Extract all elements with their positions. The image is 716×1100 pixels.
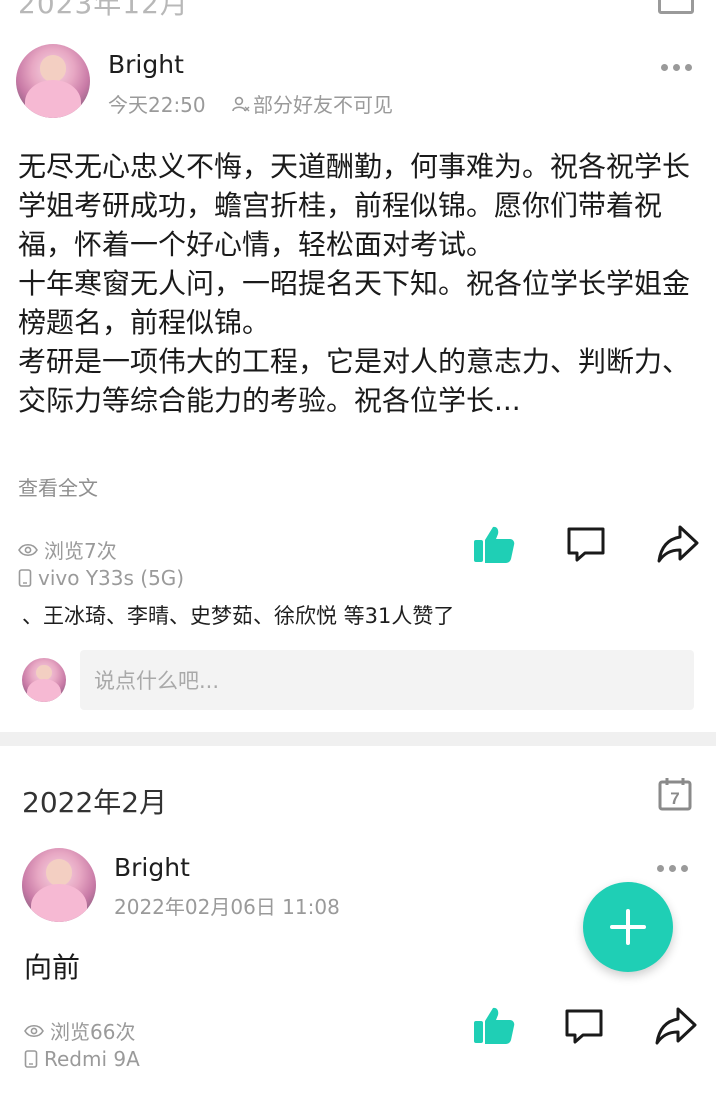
add-post-button[interactable]: [583, 882, 673, 972]
avatar[interactable]: [22, 848, 96, 922]
more-icon[interactable]: [657, 865, 688, 872]
post-time: 2022年02月06日 11:08: [114, 895, 340, 919]
moments-feed: 2023年12月 Bright 今天22:50 部分好友不可见 无尽无心忠义不悔…: [0, 0, 716, 1100]
phone-icon: [24, 1050, 38, 1068]
author-name[interactable]: Bright: [114, 853, 190, 882]
share-icon[interactable]: [654, 1005, 698, 1047]
device-label: Redmi 9A: [24, 1047, 140, 1071]
views-text: 浏览66次: [50, 1020, 136, 1044]
views-count: 浏览66次: [24, 1016, 135, 1045]
comment-icon[interactable]: [563, 1007, 605, 1047]
device-text: Redmi 9A: [44, 1047, 140, 1071]
eye-icon: [24, 1024, 44, 1037]
plus-icon: [610, 909, 646, 945]
thumb-up-icon[interactable]: [472, 1003, 516, 1047]
